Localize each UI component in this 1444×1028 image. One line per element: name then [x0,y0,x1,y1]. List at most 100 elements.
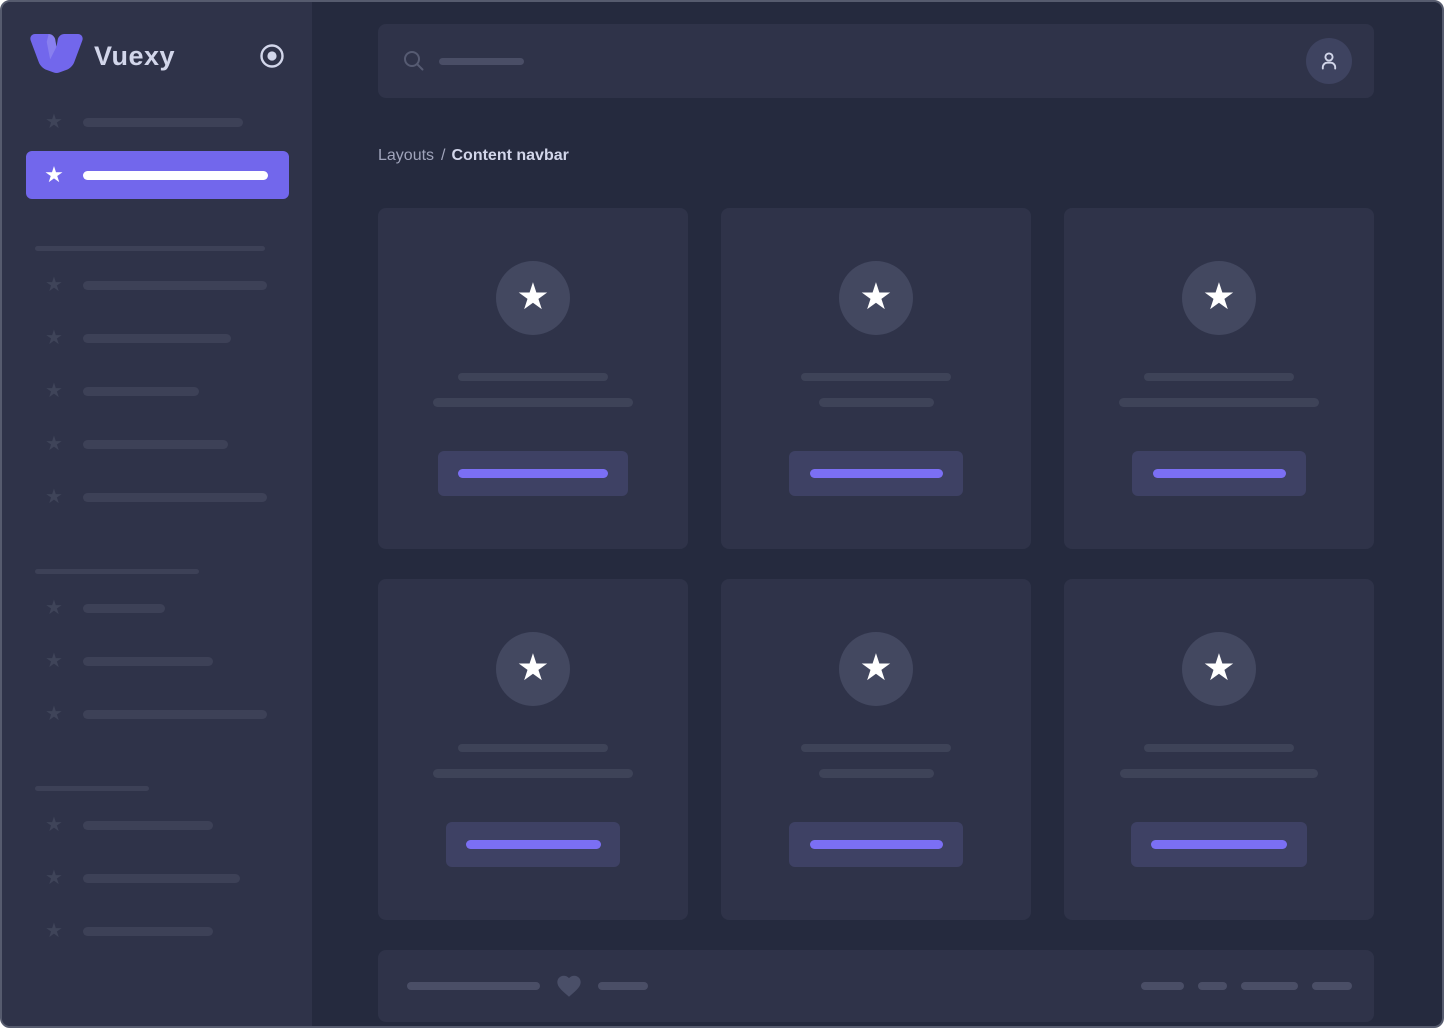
star-icon: ★ [42,919,66,943]
skeleton-button-label-bar [1151,840,1287,849]
content-card: ★ [721,579,1031,920]
skeleton-button-label-bar [810,469,943,478]
skeleton-label-bar [83,710,267,719]
search-input[interactable] [402,49,524,73]
card-button[interactable] [438,451,628,496]
star-icon: ★ [516,278,549,315]
heart-icon [555,973,583,999]
star-badge: ★ [839,261,913,335]
star-icon: ★ [42,596,66,620]
skeleton-button-label-bar [458,469,608,478]
vuexy-logo-icon [30,34,83,79]
top-navbar [378,24,1374,98]
star-icon: ★ [859,649,892,686]
star-icon: ★ [42,326,66,350]
sidebar-item[interactable]: ★ [2,866,312,890]
app-window: Vuexy ★ ★ ★ ★ ★ ★ ★ ★ ★ ★ ★ ★ ★ [0,0,1444,1028]
sidebar-group: ★ ★ ★ [2,786,312,943]
skeleton-title-bar [801,373,951,381]
sidebar-item[interactable]: ★ [2,919,312,943]
sidebar-item[interactable]: ★ [2,485,312,509]
star-badge: ★ [839,632,913,706]
sidebar-group: ★ ★ ★ ★ ★ [2,246,312,509]
sidebar-item[interactable]: ★ [2,702,312,726]
skeleton-label-bar [83,604,165,613]
main-content: Layouts / Content navbar ★ ★ ★ ★ ★ ★ [378,2,1374,1022]
breadcrumb-current: Content navbar [452,147,569,164]
star-icon: ★ [1202,278,1235,315]
star-icon: ★ [42,110,66,134]
skeleton-subtitle-bar [819,398,934,407]
skeleton-subtitle-bar [1119,398,1319,407]
star-badge: ★ [1182,632,1256,706]
search-placeholder-bar [439,58,524,65]
star-icon: ★ [1202,649,1235,686]
star-icon: ★ [42,432,66,456]
card-button[interactable] [1131,822,1307,867]
skeleton-subtitle-bar [433,769,633,778]
star-icon: ★ [516,649,549,686]
star-icon: ★ [42,702,66,726]
user-avatar[interactable] [1306,38,1352,84]
skeleton-footer-bar [1312,982,1352,990]
footer-left [407,973,648,999]
skeleton-subtitle-bar [433,398,633,407]
star-icon: ★ [859,278,892,315]
skeleton-footer-bar [598,982,648,990]
sidebar-item[interactable]: ★ [2,379,312,403]
star-badge: ★ [1182,261,1256,335]
search-icon [402,49,426,73]
sidebar-item[interactable]: ★ [2,326,312,350]
skeleton-button-label-bar [466,840,601,849]
skeleton-label-bar [83,821,213,830]
skeleton-footer-bar [1198,982,1227,990]
sidebar-item[interactable]: ★ [2,813,312,837]
star-icon: ★ [42,485,66,509]
skeleton-section-header-bar [35,246,265,251]
card-button[interactable] [446,822,620,867]
card-button[interactable] [1132,451,1306,496]
sidebar-item[interactable]: ★ [2,432,312,456]
breadcrumb: Layouts / Content navbar [378,147,1374,165]
content-card: ★ [378,579,688,920]
skeleton-label-bar [83,334,231,343]
skeleton-footer-bar [1141,982,1184,990]
skeleton-label-bar [83,657,213,666]
skeleton-label-bar [83,118,243,127]
skeleton-title-bar [801,744,951,752]
sidebar-item-active[interactable]: ★ [26,151,289,199]
skeleton-title-bar [458,373,608,381]
sidebar-group: ★ ★ ★ [2,569,312,726]
star-badge: ★ [496,632,570,706]
sidebar-item[interactable]: ★ [2,649,312,673]
footer-right [1141,982,1352,990]
content-card: ★ [1064,208,1374,549]
sidebar: Vuexy ★ ★ ★ ★ ★ ★ ★ ★ ★ ★ ★ ★ ★ [2,2,312,1026]
content-card: ★ [721,208,1031,549]
card-button[interactable] [789,451,963,496]
cards-grid: ★ ★ ★ ★ ★ ★ [378,208,1374,920]
brand-title: Vuexy [94,41,175,72]
star-icon: ★ [42,163,66,187]
skeleton-subtitle-bar [819,769,934,778]
brand[interactable]: Vuexy [2,2,312,79]
sidebar-item[interactable]: ★ [2,596,312,620]
sidebar-item[interactable]: ★ [2,110,312,134]
skeleton-subtitle-bar [1120,769,1318,778]
star-icon: ★ [42,649,66,673]
sidebar-menu: ★ ★ ★ ★ ★ ★ ★ ★ ★ ★ ★ ★ ★ [2,110,312,943]
skeleton-label-bar [83,927,213,936]
breadcrumb-separator: / [441,147,445,164]
card-button[interactable] [789,822,963,867]
breadcrumb-parent[interactable]: Layouts [378,147,434,164]
star-icon: ★ [42,379,66,403]
sidebar-item[interactable]: ★ [2,273,312,297]
radio-circle-icon[interactable] [259,43,285,69]
skeleton-label-bar [83,440,228,449]
skeleton-footer-bar [407,982,540,990]
star-icon: ★ [42,813,66,837]
star-icon: ★ [42,273,66,297]
skeleton-section-header-bar [35,569,199,574]
skeleton-label-bar [83,874,240,883]
skeleton-label-bar [83,171,268,180]
